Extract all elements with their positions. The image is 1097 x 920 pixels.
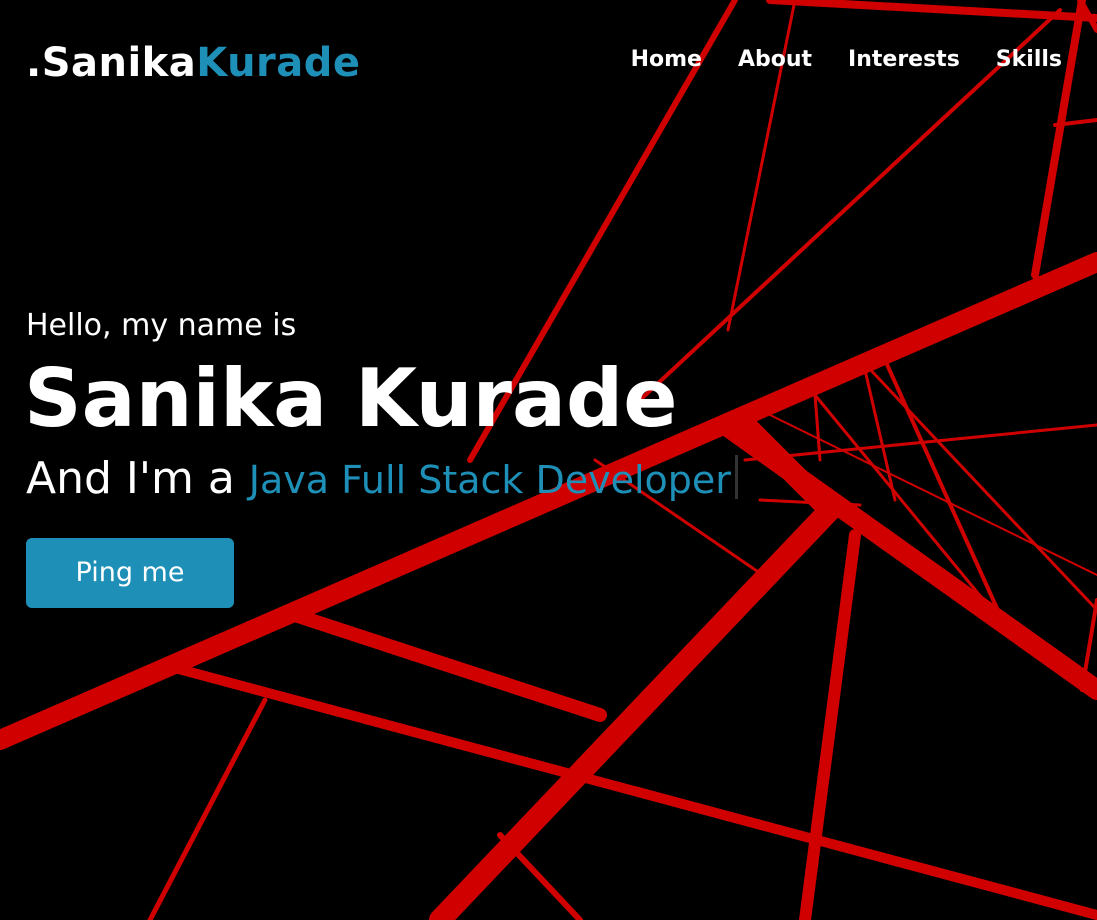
hero-role-prefix: And I'm a [26,453,235,504]
nav-link-home[interactable]: Home [631,47,702,72]
nav-link-interests[interactable]: Interests [848,47,960,72]
nav-link-about[interactable]: About [738,47,812,72]
nav-item: Home [631,45,702,75]
nav-menu: Home About Interests Skills [631,45,1062,75]
brand-accent: Kurade [196,40,361,86]
nav-item: About [738,45,812,75]
hero-role: And I'm a Java Full Stack Developer [26,449,1026,510]
typing-cursor [734,455,738,499]
hero-role-typed: Java Full Stack Developer [248,458,731,502]
ping-me-button[interactable]: Ping me [26,538,234,608]
navbar: .SanikaKurade Home About Interests Skill… [0,0,1097,125]
hero-section: Hello, my name is Sanika Kurade And I'm … [24,305,1026,608]
brand-prefix: .Sanika [26,40,197,86]
nav-item: Interests [848,45,960,75]
nav-link-skills[interactable]: Skills [996,47,1062,72]
nav-item: Skills [996,45,1062,75]
hero-name: Sanika Kurade [24,352,678,445]
brand-logo[interactable]: .SanikaKurade [26,36,361,90]
hero-greeting: Hello, my name is [26,308,297,343]
